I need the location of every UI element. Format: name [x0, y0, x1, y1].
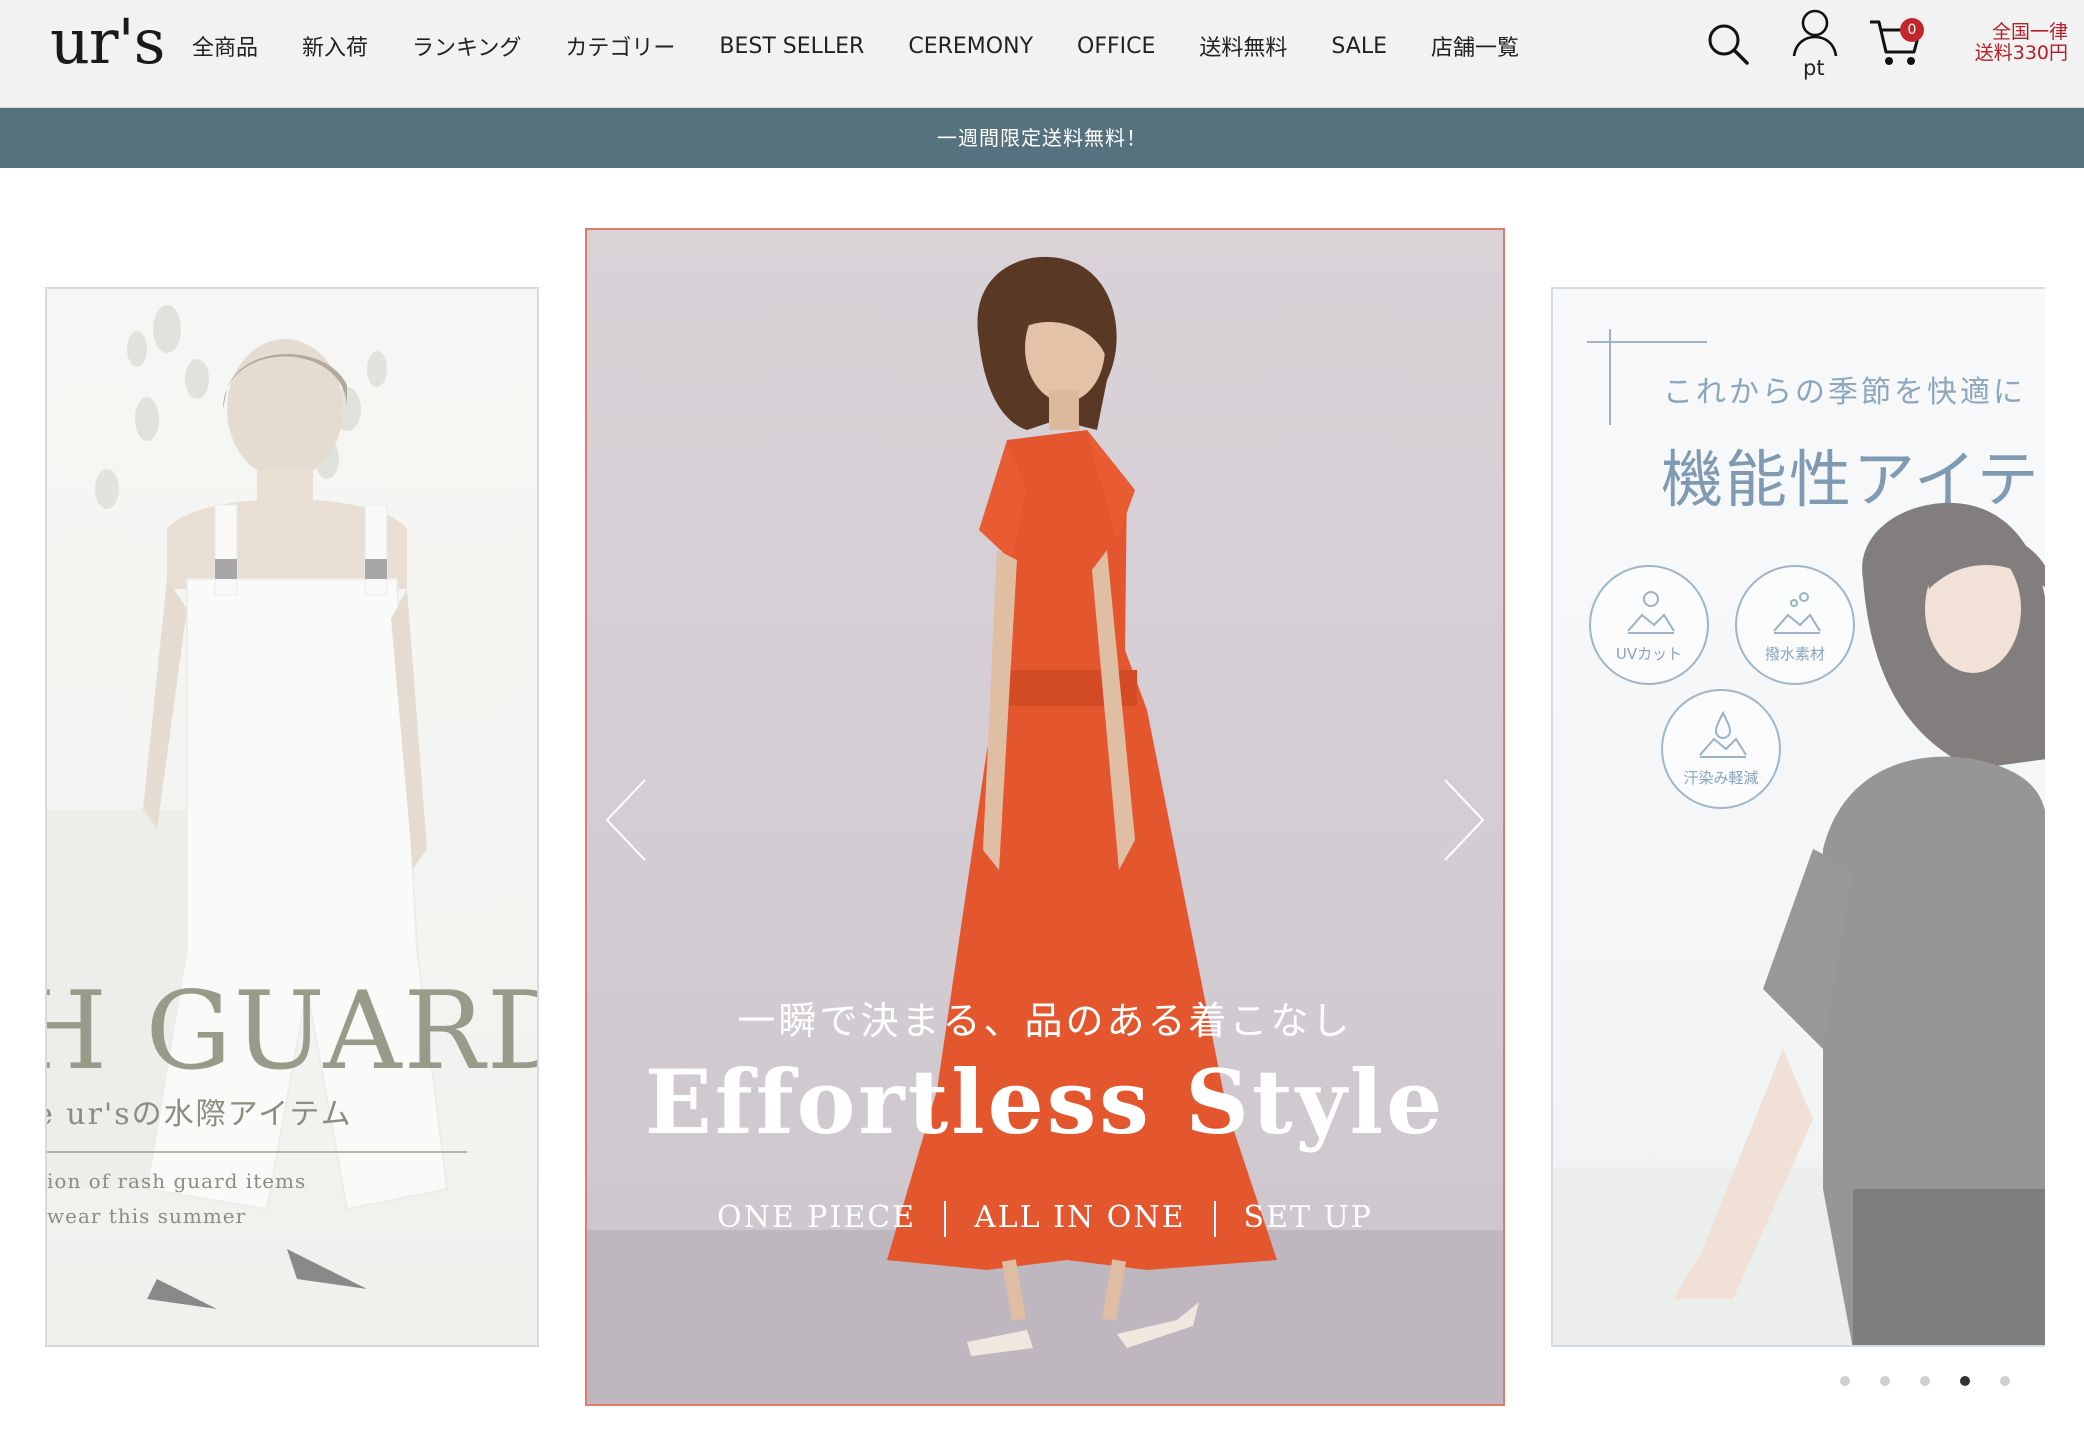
slide-category-set-up: SET UP [1243, 1200, 1373, 1235]
carousel-slide-prev[interactable]: H GUARD e ur'sの水際アイテム ion of rash guard … [45, 287, 539, 1347]
search-icon[interactable] [1706, 22, 1750, 66]
slide-active-title: Effortless Style [644, 1050, 1446, 1154]
shipping-note-line1: 全国一律 [1991, 21, 2068, 43]
main-nav: 全商品 新入荷 ランキング カテゴリー BEST SELLER CEREMONY… [192, 0, 1563, 92]
nav-item-category[interactable]: カテゴリー [565, 30, 675, 62]
nav-item-sale[interactable]: SALE [1331, 34, 1387, 59]
slide-next-bracket [1609, 329, 1611, 425]
cart-count-badge: 0 [1900, 18, 1924, 42]
nav-item-stores[interactable]: 店舗一覧 [1431, 30, 1519, 62]
carousel-dot-active[interactable] [1960, 1376, 1970, 1386]
badge-sweat-stain: 汗染み軽減 [1661, 689, 1781, 809]
nav-item-best-seller[interactable]: BEST SELLER [719, 34, 864, 59]
shipping-note: 全国一律 送料330円 [1944, 22, 2068, 64]
droplet-icon [1773, 592, 1821, 634]
slide-active-categories: ONE PIECE ALL IN ONE SET UP [587, 1200, 1503, 1237]
slide-next-title: 機能性アイテ [1661, 443, 2041, 516]
promo-banner[interactable]: 一週間限定送料無料！ [0, 108, 2084, 168]
slide-prev-caption-2: wear this summer [47, 1204, 247, 1228]
slide-category-one-piece: ONE PIECE [717, 1200, 917, 1235]
badge-water-repellent: 撥水素材 [1735, 565, 1855, 685]
nav-item-ranking[interactable]: ランキング [412, 30, 521, 62]
slide-next-lead: これからの季節を快適に [1663, 375, 2026, 410]
carousel-dot[interactable] [1880, 1376, 1890, 1386]
nav-item-office[interactable]: OFFICE [1077, 34, 1155, 59]
badge-water-repellent-label: 撥水素材 [1764, 645, 1825, 663]
category-separator [944, 1201, 947, 1237]
slide-prev-subtitle: e ur'sの水際アイテム [45, 1097, 353, 1132]
sun-icon [1627, 591, 1675, 634]
carousel-slide-active[interactable]: 一瞬で決まる、品のある着こなし Effortless Style ONE PIE… [585, 228, 1505, 1406]
badge-uv-cut: UVカット [1589, 565, 1709, 685]
chevron-left-icon[interactable] [597, 770, 657, 870]
carousel-dot[interactable] [1840, 1376, 1850, 1386]
hero-carousel: H GUARD e ur'sの水際アイテム ion of rash guard … [0, 168, 2084, 1430]
carousel-dot[interactable] [2000, 1376, 2010, 1386]
badge-uv-cut-label: UVカット [1615, 645, 1683, 663]
category-separator [1213, 1201, 1216, 1237]
slide-category-all-in-one: ALL IN ONE [974, 1200, 1186, 1235]
carousel-dot[interactable] [1920, 1376, 1930, 1386]
shipping-note-line2: 送料330円 [1974, 42, 2068, 64]
slide-prev-title: H GUARD [47, 969, 539, 1094]
points-label[interactable]: pt [1803, 56, 1825, 80]
carousel-slide-next[interactable]: これからの季節を快適に 機能性アイテ UVカット 撥水素材 汗染み軽減 [1551, 287, 2045, 1347]
slide-active-catch: 一瞬で決まる、品のある着こなし [737, 999, 1353, 1043]
site-logo[interactable]: ur's [50, 6, 165, 78]
slide-prev-caption-1: ion of rash guard items [47, 1169, 307, 1193]
slide-prev-divider [47, 1151, 467, 1153]
badge-sweat-stain-label: 汗染み軽減 [1683, 769, 1759, 787]
site-header: ur's 全商品 新入荷 ランキング カテゴリー BEST SELLER CER… [0, 0, 2084, 108]
slide-next-bracket [1587, 341, 1707, 343]
nav-item-ceremony[interactable]: CEREMONY [908, 34, 1033, 59]
carousel-pagination [1840, 1371, 2040, 1391]
user-icon[interactable] [1790, 8, 1840, 58]
chevron-right-icon[interactable] [1433, 770, 1493, 870]
nav-item-free-shipping[interactable]: 送料無料 [1199, 30, 1287, 62]
nav-item-new-arrivals[interactable]: 新入荷 [302, 30, 368, 62]
nav-item-all-products[interactable]: 全商品 [192, 30, 258, 62]
sweat-drop-icon [1699, 710, 1747, 758]
